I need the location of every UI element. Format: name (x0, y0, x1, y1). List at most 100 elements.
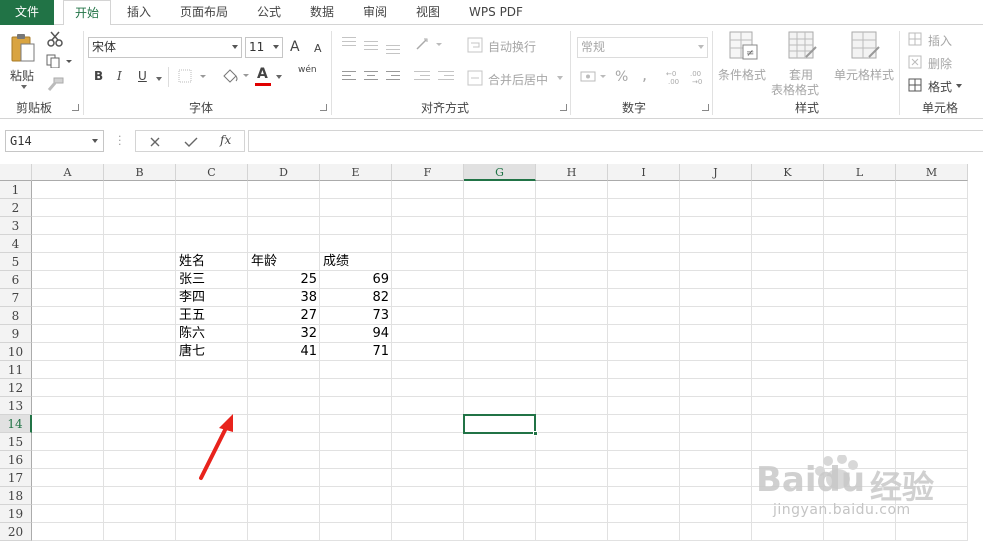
row-header[interactable]: 4 (0, 235, 32, 253)
row-header[interactable]: 11 (0, 361, 32, 379)
column-header[interactable]: F (392, 164, 464, 181)
cell[interactable]: 38 (248, 289, 320, 307)
row-header[interactable]: 13 (0, 397, 32, 415)
column-header[interactable]: I (608, 164, 680, 181)
cancel-icon[interactable] (149, 136, 161, 148)
cell[interactable]: 94 (320, 325, 392, 343)
column-header[interactable]: D (248, 164, 320, 181)
tab-review[interactable]: 审阅 (355, 0, 395, 25)
paste-button[interactable]: 粘贴 (6, 31, 40, 93)
font-launcher-icon[interactable] (320, 104, 327, 111)
cell[interactable]: 27 (248, 307, 320, 325)
cell[interactable]: 张三 (176, 271, 248, 289)
formula-input[interactable] (248, 130, 983, 152)
cell[interactable]: 陈六 (176, 325, 248, 343)
cell[interactable]: 姓名 (176, 253, 248, 271)
number-format-select[interactable]: 常规 (577, 37, 708, 58)
row-header[interactable]: 20 (0, 523, 32, 541)
row-header[interactable]: 5 (0, 253, 32, 271)
cell[interactable]: 82 (320, 289, 392, 307)
copy-icon[interactable] (46, 54, 74, 68)
column-header[interactable]: C (176, 164, 248, 181)
align-middle-icon[interactable] (364, 41, 378, 53)
tab-wps-pdf[interactable]: WPS PDF (462, 0, 530, 25)
name-box[interactable]: G14 (5, 130, 104, 152)
font-size-select[interactable]: 11 (245, 37, 283, 58)
bold-button[interactable]: B (94, 69, 103, 83)
tab-data[interactable]: 数据 (303, 0, 341, 25)
orientation-icon[interactable] (414, 37, 444, 51)
phonetic-button[interactable]: wén (298, 65, 317, 75)
tab-home[interactable]: 开始 (63, 0, 111, 26)
column-header[interactable]: H (536, 164, 608, 181)
wrap-text-button[interactable]: 自动换行 (488, 38, 536, 55)
accounting-format-icon[interactable] (580, 69, 610, 85)
font-color-button[interactable]: A (257, 66, 268, 82)
format-painter-icon[interactable] (46, 77, 64, 91)
row-header[interactable]: 17 (0, 469, 32, 487)
cell[interactable]: 41 (248, 343, 320, 361)
align-left-icon[interactable] (342, 71, 356, 83)
cell[interactable]: 成绩 (320, 253, 392, 271)
increase-decimal-icon[interactable]: ←0 .00 (666, 69, 684, 85)
cell[interactable]: 25 (248, 271, 320, 289)
row-header[interactable]: 15 (0, 433, 32, 451)
column-header[interactable]: L (824, 164, 896, 181)
tab-page-layout[interactable]: 页面布局 (172, 0, 236, 25)
align-top-icon[interactable] (342, 37, 356, 49)
italic-button[interactable]: I (117, 69, 122, 83)
row-header[interactable]: 9 (0, 325, 32, 343)
number-launcher-icon[interactable] (702, 104, 709, 111)
underline-button[interactable]: U (138, 69, 147, 83)
tab-insert[interactable]: 插入 (119, 0, 159, 25)
align-right-icon[interactable] (386, 71, 400, 83)
clipboard-launcher-icon[interactable] (72, 104, 79, 111)
row-header[interactable]: 18 (0, 487, 32, 505)
cell[interactable]: 年龄 (248, 253, 320, 271)
grow-font-button[interactable]: A (290, 39, 300, 55)
row-header[interactable]: 10 (0, 343, 32, 361)
tab-formulas[interactable]: 公式 (250, 0, 288, 25)
delete-cells-button[interactable]: 删除 (928, 55, 952, 72)
enter-icon[interactable] (184, 136, 198, 148)
shrink-font-button[interactable]: A (314, 42, 322, 55)
column-header[interactable]: G (464, 164, 536, 181)
alignment-launcher-icon[interactable] (560, 104, 567, 111)
comma-button[interactable]: , (642, 65, 647, 84)
percent-button[interactable]: % (615, 69, 628, 85)
column-header[interactable]: M (896, 164, 968, 181)
column-header[interactable]: A (32, 164, 104, 181)
merge-center-button[interactable]: 合并后居中 (488, 71, 548, 88)
cut-icon[interactable] (46, 31, 64, 47)
row-header[interactable]: 14 (0, 415, 32, 433)
borders-icon[interactable] (178, 69, 208, 83)
tab-file[interactable]: 文件 (0, 0, 54, 25)
row-header[interactable]: 6 (0, 271, 32, 289)
insert-function-icon[interactable]: fx (220, 133, 231, 147)
row-header[interactable]: 7 (0, 289, 32, 307)
font-family-select[interactable]: 宋体 (88, 37, 242, 58)
align-center-icon[interactable] (364, 71, 378, 83)
format-dropdown-icon[interactable] (956, 84, 962, 88)
align-bottom-icon[interactable] (386, 45, 400, 57)
increase-indent-icon[interactable] (438, 71, 454, 83)
cell[interactable]: 32 (248, 325, 320, 343)
cell[interactable]: 73 (320, 307, 392, 325)
tab-view[interactable]: 视图 (409, 0, 447, 25)
row-header[interactable]: 12 (0, 379, 32, 397)
select-all-corner[interactable] (0, 164, 32, 181)
cell[interactable]: 王五 (176, 307, 248, 325)
underline-dropdown-icon[interactable] (156, 77, 162, 81)
font-color-dropdown-icon[interactable] (276, 75, 282, 79)
merge-dropdown-icon[interactable] (557, 76, 563, 80)
cell[interactable]: 李四 (176, 289, 248, 307)
insert-cells-button[interactable]: 插入 (928, 32, 952, 49)
format-cells-button[interactable]: 格式 (928, 78, 952, 95)
column-header[interactable]: K (752, 164, 824, 181)
cell[interactable]: 71 (320, 343, 392, 361)
cell[interactable]: 唐七 (176, 343, 248, 361)
row-header[interactable]: 3 (0, 217, 32, 235)
decrease-decimal-icon[interactable]: .00 →0 (690, 69, 708, 85)
fill-color-icon[interactable] (220, 66, 250, 84)
selected-cell[interactable] (463, 414, 536, 434)
